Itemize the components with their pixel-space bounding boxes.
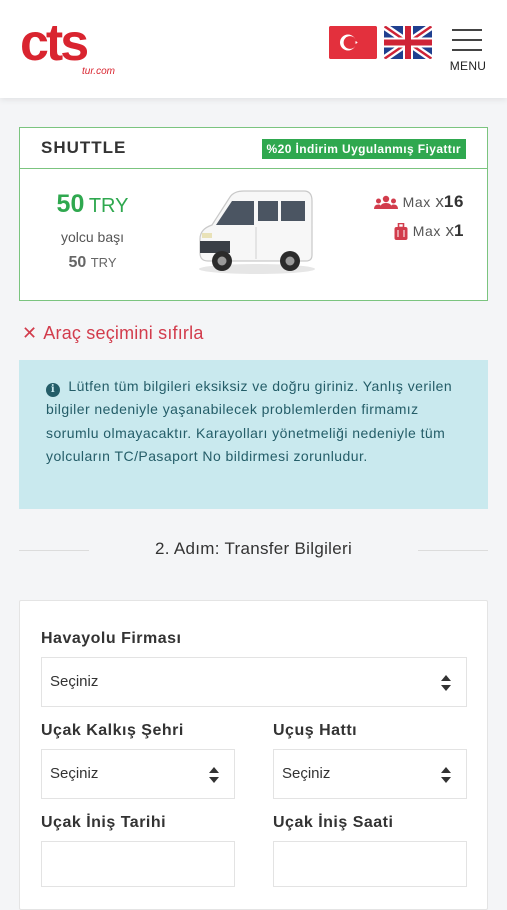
header: cts tur.com MENU — [0, 0, 507, 98]
airline-label: Havayolu Firması — [41, 630, 182, 647]
close-icon: ✕ — [22, 323, 38, 343]
minibus-image — [192, 183, 322, 278]
landing-date-input[interactable] — [41, 841, 235, 887]
cts-logo[interactable]: cts tur.com — [20, 14, 138, 78]
flight-line-select-value: Seçiniz — [282, 765, 331, 782]
passengers-count: 16 — [443, 192, 464, 211]
hamburger-icon-bar — [452, 49, 482, 51]
landing-date-label: Uçak İniş Tarihi — [41, 814, 167, 831]
sort-arrows-icon — [209, 767, 219, 783]
sub-price-value: 50 — [68, 254, 87, 271]
info-alert: i Lütfen tüm bilgileri eksiksiz ve doğru… — [19, 360, 488, 509]
logo-subtext: tur.com — [82, 66, 115, 77]
sort-arrows-icon — [441, 767, 451, 783]
landing-time-input[interactable] — [273, 841, 467, 887]
airline-select[interactable]: Seçiniz — [41, 657, 467, 707]
uk-flag-icon[interactable] — [384, 26, 432, 59]
sub-price-currency: TRY — [90, 255, 117, 270]
departure-city-select[interactable]: Seçiniz — [41, 749, 235, 799]
price-sub: 50 TRY — [20, 254, 165, 272]
turkish-flag-icon[interactable] — [329, 26, 377, 59]
passengers-x: x — [435, 192, 444, 211]
departure-city-label: Uçak Kalkış Şehri — [41, 722, 184, 739]
shuttle-card-header: SHUTTLE %20 İndirim Uygulanmış Fiyattır — [20, 128, 487, 169]
sort-arrows-icon — [441, 675, 451, 691]
max-luggage-label: Max — [412, 223, 441, 239]
logo-text: cts — [20, 16, 87, 72]
price-value: 50 — [56, 190, 85, 218]
per-person-label: yolcu başı — [60, 229, 125, 245]
luggage-icon — [394, 223, 408, 241]
max-luggage: Max x1 — [394, 221, 464, 241]
users-icon — [373, 196, 398, 210]
step-title: 2. Adım: Transfer Bilgileri — [154, 539, 353, 558]
reset-vehicle-link[interactable]: ✕ Araç seçimini sıfırla — [22, 323, 204, 344]
departure-city-select-value: Seçiniz — [50, 765, 99, 782]
hamburger-icon — [452, 29, 482, 31]
menu-button[interactable]: MENU — [448, 26, 488, 74]
reset-vehicle-label: Araç seçimini sıfırla — [43, 323, 204, 343]
luggage-count: 1 — [453, 221, 464, 240]
price-currency: TRY — [88, 195, 129, 217]
hamburger-icon-bar — [452, 39, 482, 41]
max-passengers-label: Max — [402, 194, 431, 210]
luggage-x: x — [445, 221, 454, 240]
landing-time-label: Uçak İniş Saati — [273, 814, 394, 831]
vehicle-type-title: SHUTTLE — [41, 138, 127, 157]
price-main: 50 TRY — [20, 190, 165, 219]
shuttle-card[interactable]: SHUTTLE %20 İndirim Uygulanmış Fiyattır … — [19, 127, 488, 301]
transfer-form: Havayolu Firması Seçiniz Uçak Kalkış Şeh… — [19, 600, 488, 910]
max-passengers: Max x16 — [373, 192, 464, 212]
discount-badge: %20 İndirim Uygulanmış Fiyattır — [261, 139, 466, 159]
flight-line-label: Uçuş Hattı — [273, 722, 358, 739]
info-text: Lütfen tüm bilgileri eksiksiz ve doğru g… — [46, 378, 453, 464]
menu-label: MENU — [449, 59, 487, 73]
airline-select-value: Seçiniz — [50, 673, 99, 690]
flight-line-select[interactable]: Seçiniz — [273, 749, 467, 799]
info-icon: i — [46, 383, 60, 397]
